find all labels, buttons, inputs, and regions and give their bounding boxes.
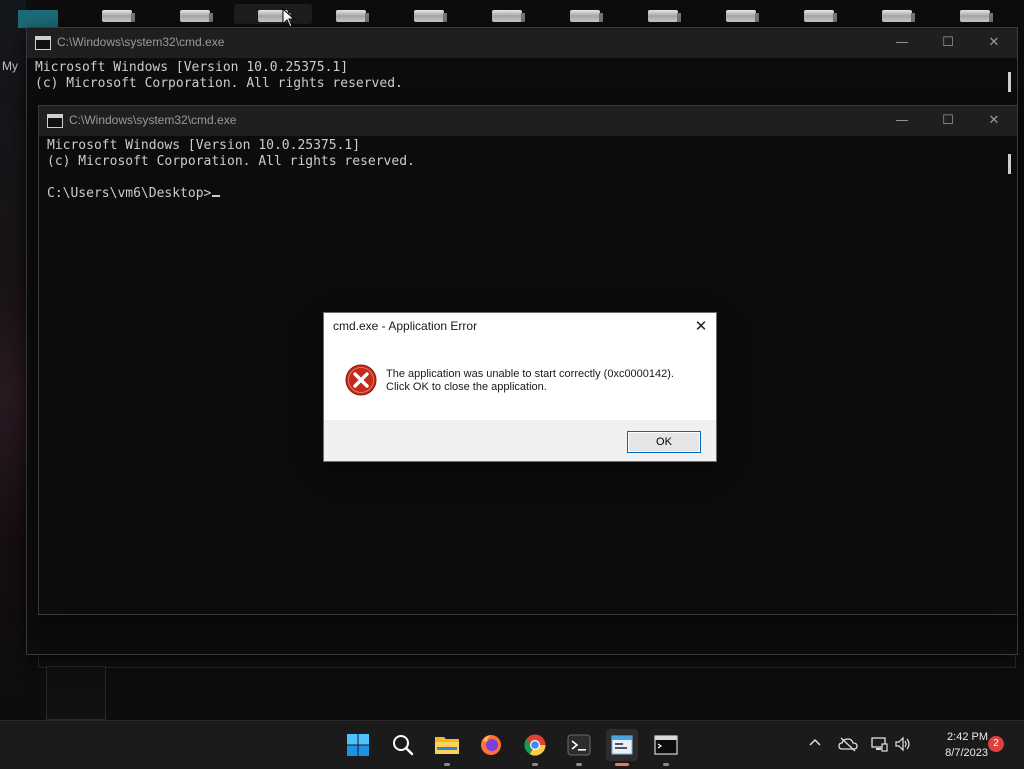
maximize-button[interactable]: ☐ (925, 28, 971, 58)
search-button[interactable] (387, 729, 419, 761)
running-indicator (663, 763, 669, 766)
terminal-button[interactable] (563, 729, 595, 766)
clock-date: 8/7/2023 (945, 747, 988, 759)
desktop-icon-label[interactable]: My (2, 59, 18, 73)
window-thumbnail-icon[interactable] (648, 10, 681, 22)
top-icon-row (0, 6, 1024, 28)
onedrive-offline-icon[interactable] (838, 736, 858, 754)
maximize-button[interactable]: ☐ (925, 106, 971, 136)
window-thumbnail-icon[interactable] (960, 10, 993, 22)
notepad-icon (611, 735, 633, 755)
taskbar: 2:42 PM 8/7/2023 (0, 720, 1024, 769)
cmd-icon (47, 114, 63, 128)
chevron-up-icon[interactable] (806, 736, 824, 754)
minimize-button[interactable]: — (879, 28, 925, 58)
close-button[interactable]: ✕ (971, 28, 1017, 58)
windows-logo-icon (347, 734, 369, 756)
console-prompt: C:\Users\vm6\Desktop> (47, 186, 212, 201)
close-button[interactable]: ✕ (971, 106, 1017, 136)
network-icon[interactable] (870, 736, 888, 754)
titlebar[interactable]: C:\Windows\system32\cmd.exe — ☐ ✕ (27, 28, 1017, 58)
running-indicator (576, 763, 582, 766)
chrome-button[interactable] (519, 729, 551, 766)
firefox-icon (481, 735, 501, 755)
scrollbar-thumb[interactable] (1008, 72, 1011, 92)
running-indicator (444, 763, 450, 766)
window-thumbnail-icon[interactable] (492, 10, 525, 22)
window-thumbnail-icon[interactable] (882, 10, 915, 22)
console-line: (c) Microsoft Corporation. All rights re… (47, 154, 415, 169)
scrollbar-thumb[interactable] (1008, 154, 1011, 174)
window-title: C:\Windows\system32\cmd.exe (57, 35, 225, 49)
window-thumbnail-icon[interactable] (180, 10, 213, 22)
firefox-button[interactable] (475, 729, 507, 761)
console-line: Microsoft Windows [Version 10.0.25375.1] (47, 138, 361, 153)
file-explorer-button[interactable] (431, 729, 463, 766)
window-title: C:\Windows\system32\cmd.exe (69, 113, 237, 127)
text-cursor (212, 195, 221, 197)
folder-icon (435, 737, 459, 754)
notepad-button[interactable] (606, 729, 638, 766)
dialog-message-line: Click OK to close the application. (386, 381, 547, 393)
running-indicator (532, 763, 538, 766)
terminal-icon (567, 734, 591, 756)
dialog-message: The application was unable to start corr… (386, 368, 674, 394)
window-thumbnail-icon[interactable] (336, 10, 369, 22)
window-thumbnail-icon[interactable] (102, 10, 135, 22)
cmd-button[interactable] (650, 729, 682, 766)
mouse-cursor-icon (282, 8, 296, 28)
volume-icon[interactable] (894, 736, 912, 754)
cmd-icon (35, 36, 51, 50)
window-frame-edge (46, 666, 106, 720)
window-thumbnail-icon[interactable] (414, 10, 447, 22)
window-thumbnail-icon[interactable] (726, 10, 759, 22)
titlebar[interactable]: C:\Windows\system32\cmd.exe — ☐ ✕ (39, 106, 1017, 136)
ok-button[interactable]: OK (627, 431, 701, 453)
cmd-icon (654, 735, 678, 755)
window-thumbnail-icon[interactable] (570, 10, 603, 22)
search-icon (393, 735, 414, 756)
minimize-button[interactable]: — (879, 106, 925, 136)
dialog-title: cmd.exe - Application Error (333, 319, 478, 333)
clock[interactable]: 2:42 PM 8/7/2023 (920, 729, 988, 761)
window-thumbnail-icon[interactable] (804, 10, 837, 22)
console-line: (c) Microsoft Corporation. All rights re… (35, 76, 403, 91)
application-error-dialog[interactable]: cmd.exe - Application Error ✕ The applic… (323, 312, 717, 462)
clock-time: 2:42 PM (947, 731, 988, 743)
console-prompt-line[interactable]: C:\Users\vm6\Desktop> (47, 186, 1017, 202)
desktop-wallpaper-strip (0, 0, 26, 720)
dialog-message-line: The application was unable to start corr… (386, 368, 674, 380)
start-button[interactable] (342, 729, 374, 761)
active-indicator (615, 763, 629, 766)
dialog-close-button[interactable]: ✕ (686, 313, 716, 339)
chrome-icon (524, 734, 546, 756)
console-line: ​ (47, 170, 1017, 186)
console-line: Microsoft Windows [Version 10.0.25375.1] (35, 60, 349, 75)
error-icon (345, 364, 377, 396)
notification-badge[interactable]: 2 (988, 736, 1004, 752)
